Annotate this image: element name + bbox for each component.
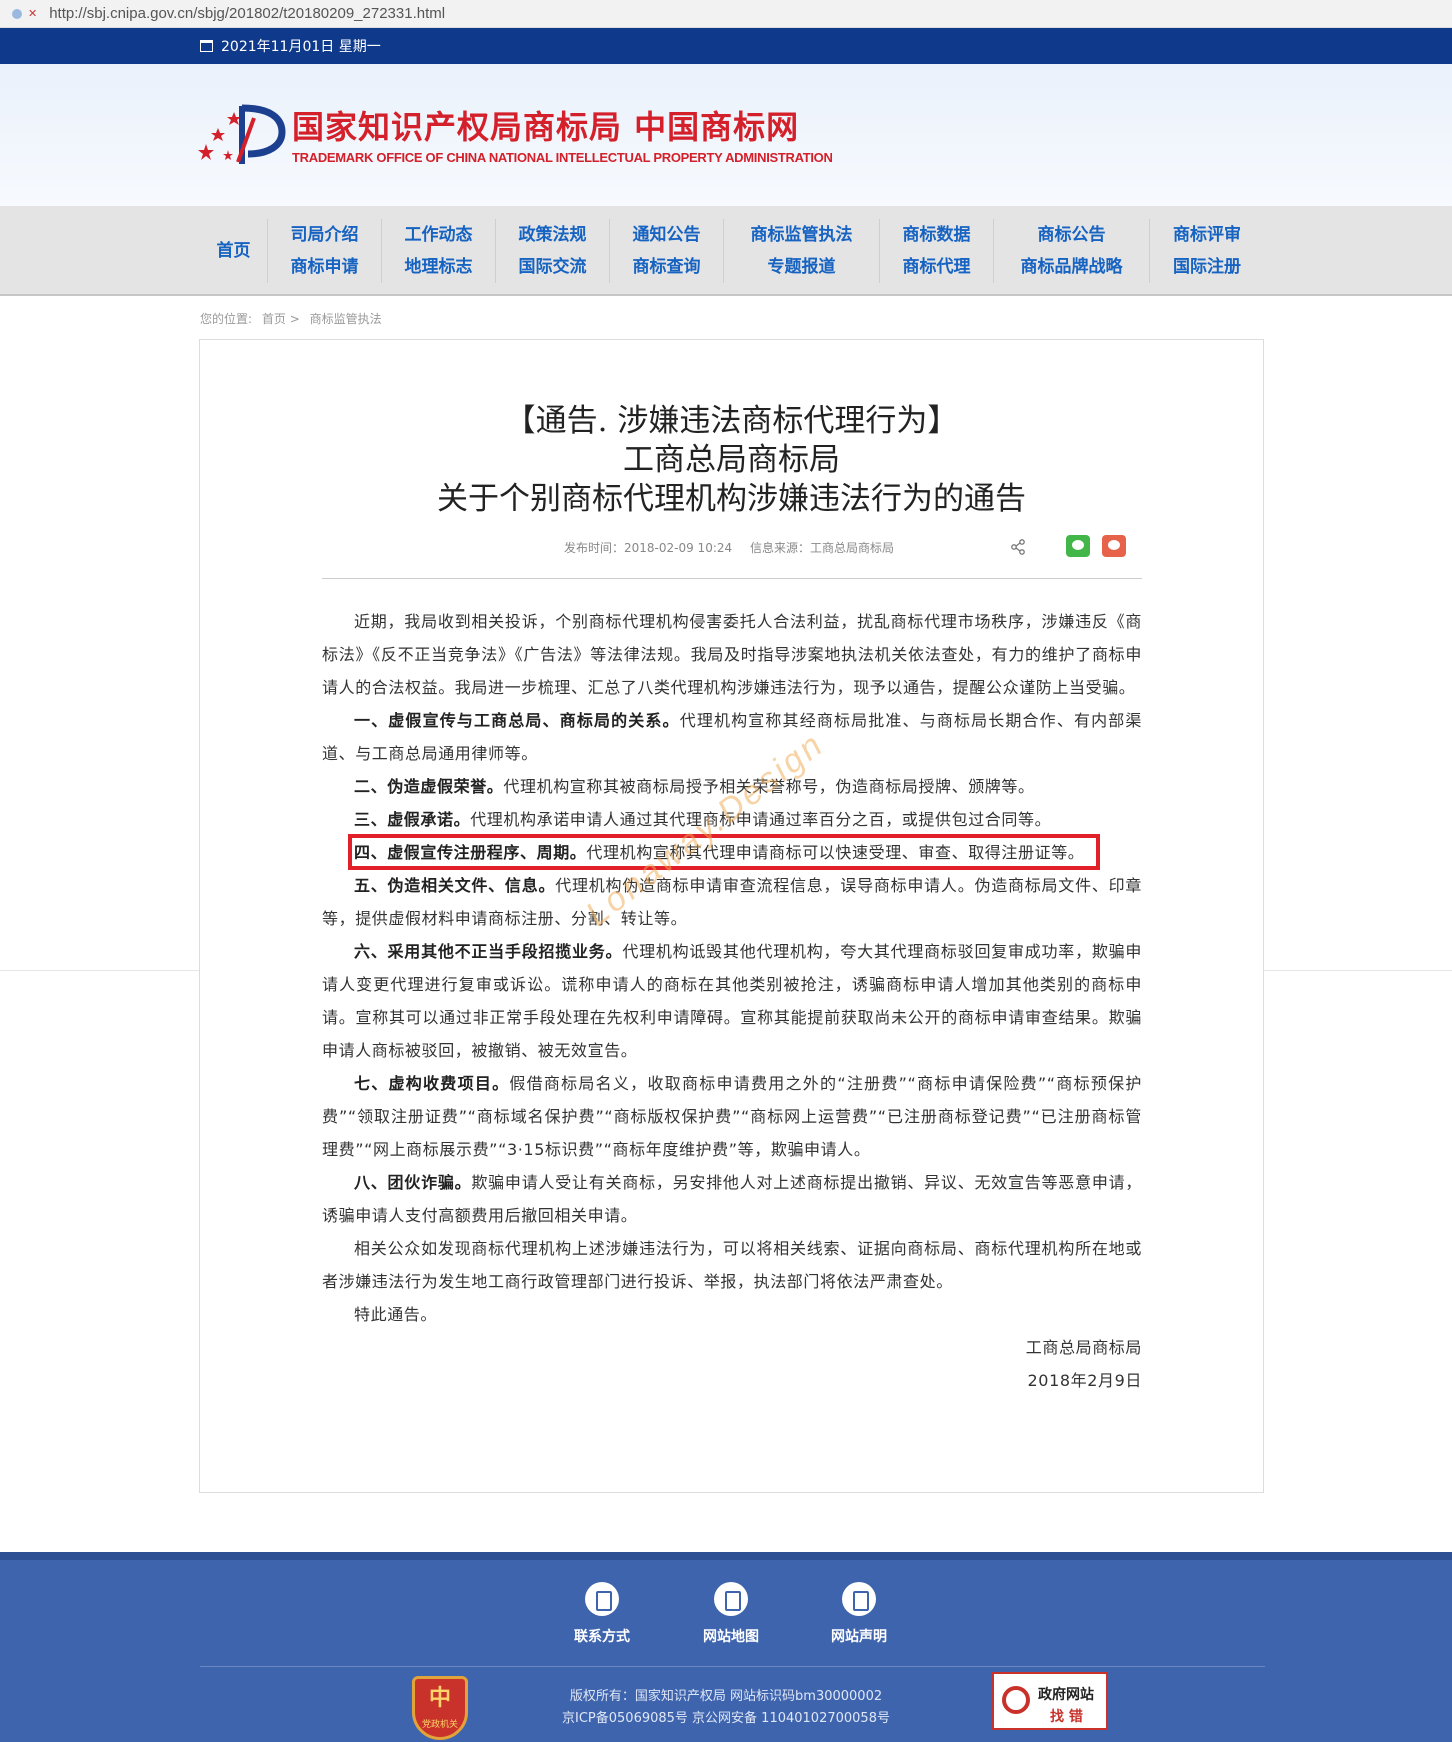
footer-statement[interactable]: 网站声明	[814, 1582, 904, 1646]
article-title: 【通告. 涉嫌违法商标代理行为】 工商总局商标局 关于个别商标代理机构涉嫌违法行…	[200, 402, 1263, 519]
nav-col-5: 商标监管执法 专题报道	[724, 219, 880, 283]
breadcrumb: 您的位置: 首页 > 商标监管执法	[200, 310, 388, 327]
sitemap-icon	[714, 1582, 748, 1616]
nav-col-8: 商标评审 国际注册	[1150, 219, 1264, 283]
nav-item-agency[interactable]: 商标代理	[903, 251, 971, 283]
site-header: 国家知识产权局商标局 中国商标网 TRADEMARK OFFICE OF CHI…	[0, 64, 1452, 206]
article-meta: 发布时间：2018-02-09 10:24 信息来源：工商总局商标局	[200, 533, 1263, 573]
item-heading: 一、虚假宣传与工商总局、商标局的关系。	[354, 711, 680, 730]
article-item-8: 八、团伙诈骗。欺骗申请人受让有关商标，另安排他人对上述商标提出撤销、异议、无效宣…	[322, 1166, 1142, 1232]
nav-item-policy[interactable]: 政策法规	[519, 219, 587, 251]
calendar-icon	[200, 40, 213, 52]
nav-item-trademark-search[interactable]: 商标查询	[633, 251, 701, 283]
info-source: 信息来源：工商总局商标局	[749, 541, 894, 555]
article-title-line-1: 【通告. 涉嫌违法商标代理行为】	[504, 403, 959, 439]
article-item-6: 六、采用其他不正当手段招揽业务。代理机构诋毁其他代理机构，夸大其代理商标驳回复审…	[322, 935, 1142, 1067]
article-item-5: 五、伪造相关文件、信息。代理机构伪造商标申请审查流程信息，误导商标申请人。伪造商…	[322, 869, 1142, 935]
nav-item-trademark-apply[interactable]: 商标申请	[291, 251, 359, 283]
nav-col-4: 通知公告 商标查询	[610, 219, 724, 283]
wechat-share-icon[interactable]	[1066, 535, 1090, 557]
item-heading: 五、伪造相关文件、信息。	[354, 876, 556, 895]
nav-item-work-news[interactable]: 工作动态	[405, 219, 473, 251]
main-nav: 首页 司局介绍 商标申请 工作动态 地理标志 政策法规 国际交流 通知公告 商标…	[0, 206, 1452, 296]
nav-col-home: 首页	[200, 219, 268, 283]
footer-statement-label: 网站声明	[831, 1629, 887, 1645]
article-container: 【通告. 涉嫌违法商标代理行为】 工商总局商标局 关于个别商标代理机构涉嫌违法行…	[199, 339, 1264, 1493]
gov-report-line-2: 找 错	[1050, 1709, 1083, 1725]
magnifier-icon	[1002, 1686, 1030, 1714]
publish-time: 发布时间：2018-02-09 10:24	[564, 541, 733, 555]
item-heading: 六、采用其他不正当手段招揽业务。	[354, 942, 623, 961]
article-title-line-3: 关于个别商标代理机构涉嫌违法行为的通告	[437, 481, 1026, 517]
logo-chinese-name: 国家知识产权局商标局 中国商标网	[292, 107, 800, 146]
breadcrumb-home[interactable]: 首页 >	[262, 312, 300, 326]
nav-item-geo-indication[interactable]: 地理标志	[405, 251, 473, 283]
article-body: 近期，我局收到相关投诉，个别商标代理机构侵害委托人合法利益，扰乱商标代理市场秩序…	[322, 605, 1142, 1397]
nav-col-6: 商标数据 商标代理	[880, 219, 994, 283]
nav-item-enforcement[interactable]: 商标监管执法	[751, 219, 853, 251]
nav-col-7: 商标公告 商标品牌战略	[994, 219, 1150, 283]
current-date: 2021年11月01日 星期一	[221, 39, 381, 55]
item-heading: 八、团伙诈骗。	[354, 1173, 472, 1192]
footer-sitemap[interactable]: 网站地图	[686, 1582, 776, 1646]
phone-icon	[585, 1582, 619, 1616]
article-closing: 相关公众如发现商标代理机构上述涉嫌违法行为，可以将相关线索、证据向商标局、商标代…	[322, 1239, 1142, 1291]
item-heading: 七、虚构收费项目。	[354, 1074, 510, 1093]
site-footer: 联系方式 网站地图 网站声明 中 党政机关 版权所有：国家知识产权局 网站标识码…	[0, 1552, 1452, 1742]
nav-item-announcement[interactable]: 商标公告	[1038, 219, 1106, 251]
nav-item-special-report[interactable]: 专题报道	[768, 251, 836, 283]
footer-sitemap-label: 网站地图	[703, 1629, 759, 1645]
article-signer: 工商总局商标局	[1025, 1338, 1142, 1357]
url-text[interactable]: http://sbj.cnipa.gov.cn/sbjg/201802/t201…	[49, 5, 445, 22]
article-date: 2018年2月9日	[1027, 1371, 1142, 1390]
logo-english-name: TRADEMARK OFFICE OF CHINA NATIONAL INTEL…	[292, 149, 833, 165]
article-notice-end: 特此通告。	[354, 1305, 438, 1324]
weibo-share-icon[interactable]	[1102, 535, 1126, 557]
nav-col-1: 司局介绍 商标申请	[268, 219, 382, 283]
logo-emblem-icon	[198, 98, 286, 168]
title-divider	[322, 578, 1142, 579]
copyright-text: 版权所有：国家知识产权局 网站标识码bm30000002	[569, 1689, 883, 1704]
nav-item-brand-strategy[interactable]: 商标品牌战略	[1021, 251, 1123, 283]
nav-item-notices[interactable]: 通知公告	[633, 219, 701, 251]
nav-item-about[interactable]: 司局介绍	[291, 219, 359, 251]
article-item-7: 七、虚构收费项目。假借商标局名义，收取商标申请费用之外的“注册费”“商标申请保险…	[322, 1067, 1142, 1166]
nav-item-intl-exchange[interactable]: 国际交流	[519, 251, 587, 283]
footer-contact[interactable]: 联系方式	[557, 1582, 647, 1646]
share-icon[interactable]	[1010, 539, 1026, 555]
site-icon	[12, 8, 22, 19]
item-text: 代理机构承诺申请人通过其代理商标申请通过率百分之百，或提供包过合同等。	[470, 810, 1052, 829]
article-item-1: 一、虚假宣传与工商总局、商标局的关系。代理机构宣称其经商标局批准、与商标局长期合…	[322, 704, 1142, 770]
gov-site-error-report[interactable]: 政府网站 找 错	[992, 1672, 1108, 1730]
footer-contact-label: 联系方式	[574, 1629, 630, 1645]
gov-report-line-1: 政府网站	[1038, 1687, 1094, 1703]
date-bar: 2021年11月01日 星期一	[0, 28, 1452, 64]
nav-item-intl-registration[interactable]: 国际注册	[1173, 251, 1241, 283]
article-title-line-2: 工商总局商标局	[623, 442, 840, 478]
site-logo[interactable]: 国家知识产权局商标局 中国商标网 TRADEMARK OFFICE OF CHI…	[198, 98, 833, 168]
footer-copyright: 版权所有：国家知识产权局 网站标识码bm30000002 京ICP备050690…	[0, 1686, 1452, 1730]
article-intro: 近期，我局收到相关投诉，个别商标代理机构侵害委托人合法利益，扰乱商标代理市场秩序…	[322, 612, 1142, 697]
item-heading: 三、虚假承诺。	[354, 810, 471, 829]
nav-col-3: 政策法规 国际交流	[496, 219, 610, 283]
breadcrumb-current[interactable]: 商标监管执法	[310, 312, 382, 326]
nav-item-home[interactable]: 首页	[217, 235, 251, 267]
document-icon	[842, 1582, 876, 1616]
nav-col-2: 工作动态 地理标志	[382, 219, 496, 283]
icp-text[interactable]: 京ICP备05069085号 京公网安备 11040102700058号	[0, 1708, 1452, 1730]
browser-address-bar[interactable]: ✕ http://sbj.cnipa.gov.cn/sbjg/201802/t2…	[0, 0, 1452, 28]
breadcrumb-label: 您的位置:	[200, 312, 253, 326]
nav-item-review[interactable]: 商标评审	[1173, 219, 1241, 251]
item-heading: 二、伪造虚假荣誉。	[354, 777, 504, 796]
insecure-icon: ✕	[28, 8, 38, 20]
footer-divider	[200, 1666, 1265, 1667]
nav-item-data[interactable]: 商标数据	[903, 219, 971, 251]
